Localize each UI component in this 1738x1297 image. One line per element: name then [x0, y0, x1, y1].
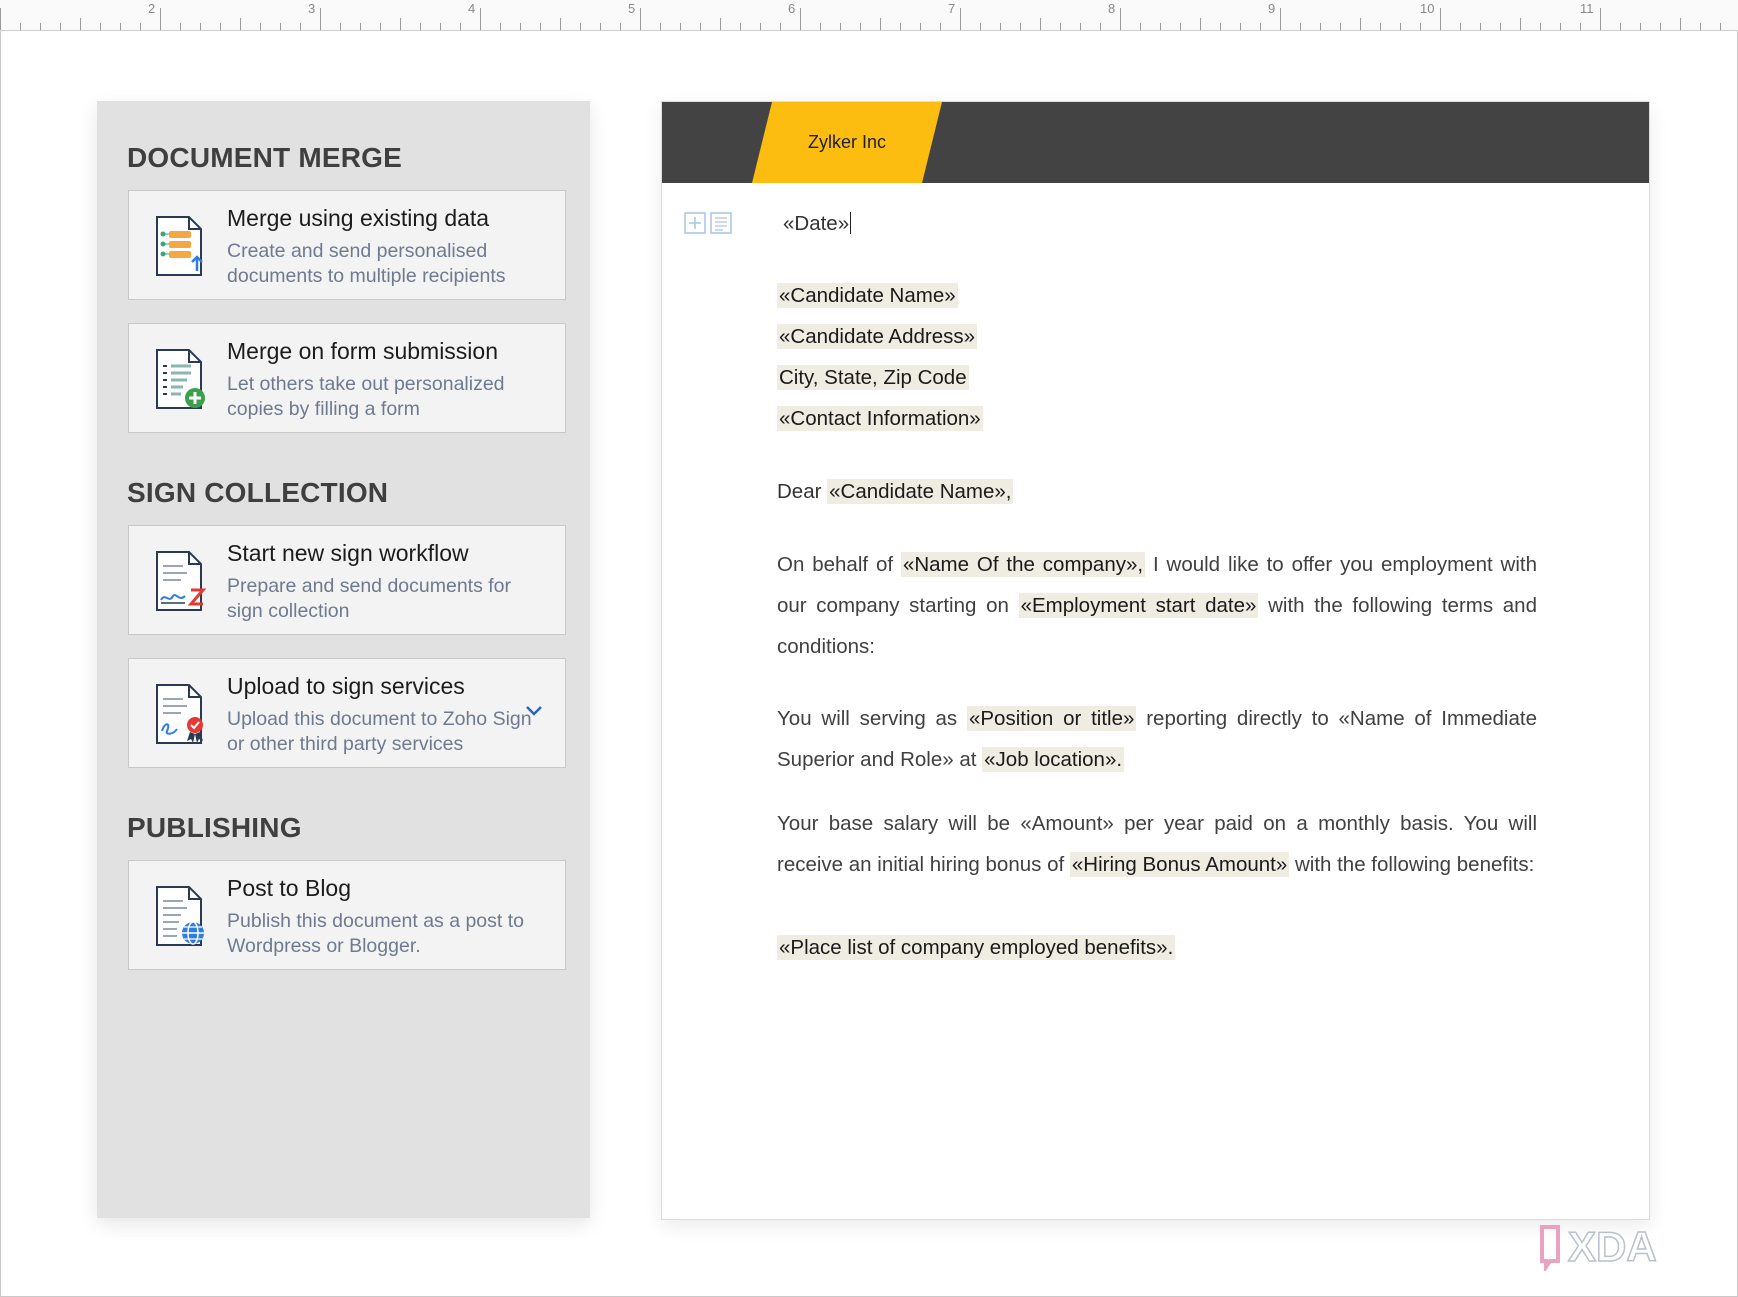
card-title: Merge using existing data: [227, 205, 490, 231]
merge-field-position[interactable]: «Position or title»: [966, 706, 1137, 731]
card-title: Merge on form submission: [227, 338, 498, 364]
ruler-label: 2: [148, 1, 156, 16]
benefits-line: «Place list of company employed benefits…: [777, 935, 1176, 960]
sign-upload-icon: [156, 684, 203, 744]
ruler-label: 5: [628, 1, 636, 16]
card-description: Create and send personalised documents t…: [227, 240, 506, 287]
salutation-line: Dear «Candidate Name»,: [777, 479, 1014, 504]
merge-field-start-date[interactable]: «Employment start date»: [1018, 593, 1259, 618]
merge-data-icon: [156, 216, 203, 276]
company-name: Zylker Inc: [807, 132, 886, 152]
candidate-address-line: «Candidate Address»: [777, 324, 978, 349]
date-line: «Date»: [783, 212, 852, 236]
merge-field-candidate-name[interactable]: «Candidate Name»: [777, 283, 958, 308]
card-description: Publish this document as a post to Wordp…: [227, 910, 525, 957]
card-description: Upload this document to Zoho Sign or oth…: [227, 708, 532, 755]
ruler-label: 11: [1580, 1, 1594, 16]
add-block-icon: [684, 212, 706, 234]
merge-field-salutation-name[interactable]: «Candidate Name»,: [827, 479, 1014, 504]
contact-info-line: «Contact Information»: [777, 406, 983, 431]
section-title-document-merge: DOCUMENT MERGE: [127, 142, 403, 173]
form-add-icon: [156, 349, 205, 409]
section-title-sign-collection: SIGN COLLECTION: [127, 477, 389, 508]
paragraph-icon: [710, 212, 732, 234]
card-title: Start new sign workflow: [227, 540, 469, 566]
salutation-prefix: Dear: [777, 480, 828, 503]
ruler-label: 9: [1268, 1, 1276, 16]
upload-sign-services-card[interactable]: Upload to sign services Upload this docu…: [128, 658, 566, 768]
merge-existing-data-card[interactable]: Merge using existing data Create and sen…: [128, 190, 566, 300]
merge-field-benefits[interactable]: «Place list of company employed benefits…: [777, 935, 1176, 960]
text-cursor: [850, 212, 852, 234]
city-state-zip-line: City, State, Zip Code: [777, 365, 969, 390]
start-sign-workflow-card[interactable]: Start new sign workflow Prepare and send…: [128, 525, 566, 635]
card-description: Prepare and send documents for sign coll…: [227, 575, 512, 622]
ruler-label: 7: [948, 1, 956, 16]
ruler-label: 3: [308, 1, 316, 16]
paragraph-offer[interactable]: On behalf of «Name Of the company», I wo…: [777, 544, 1537, 667]
block-tools[interactable]: [684, 212, 734, 234]
merge-field-candidate-address[interactable]: «Candidate Address»: [777, 324, 978, 349]
ruler-label: 6: [788, 1, 796, 16]
horizontal-ruler[interactable]: 1234567891011: [0, 0, 1738, 31]
merge-field-contact-information[interactable]: «Contact Information»: [777, 406, 983, 431]
section-title-publishing: PUBLISHING: [127, 812, 302, 843]
text-run: On behalf of: [777, 553, 901, 576]
merge-field-hiring-bonus[interactable]: «Hiring Bonus Amount»: [1069, 852, 1290, 877]
paragraph-position[interactable]: You will serving as «Position or title» …: [777, 698, 1537, 780]
post-to-blog-card[interactable]: Post to Blog Publish this document as a …: [128, 860, 566, 970]
candidate-name-line: «Candidate Name»: [777, 283, 958, 308]
ruler-label: 8: [1108, 1, 1116, 16]
card-title: Post to Blog: [227, 875, 352, 901]
date-field[interactable]: «Date»: [783, 212, 849, 235]
text-run: with the following benefits:: [1289, 853, 1535, 876]
integrations-panel: DOCUMENT MERGE Merge using existing data…: [97, 101, 590, 1218]
blog-post-icon: [156, 886, 204, 946]
city-state-zip-text[interactable]: City, State, Zip Code: [777, 365, 969, 390]
merge-field-company-name[interactable]: «Name Of the company»,: [900, 552, 1146, 577]
watermark-text: XDA: [1568, 1223, 1657, 1270]
paragraph-salary[interactable]: Your base salary will be «Amount» per ye…: [777, 803, 1537, 885]
chevron-down-icon[interactable]: [525, 705, 543, 717]
card-description: Let others take out personalized copies …: [227, 373, 505, 420]
ruler-label: 10: [1420, 1, 1435, 16]
text-run: You will serving as: [777, 707, 967, 730]
xda-watermark-logo: XDA: [1540, 1222, 1657, 1271]
document-page[interactable]: Zylker Inc «Date» «Candidate Name» «Cand…: [661, 101, 1650, 1220]
merge-field-job-location[interactable]: «Job location».: [982, 747, 1125, 772]
merge-form-submission-card[interactable]: Merge on form submission Let others take…: [128, 323, 566, 433]
ruler-label: 4: [468, 1, 476, 16]
sign-workflow-icon: [156, 551, 207, 611]
ruler-ticks: [0, 8, 1721, 30]
document-header: Zylker Inc: [662, 102, 1649, 183]
card-title: Upload to sign services: [227, 673, 465, 699]
